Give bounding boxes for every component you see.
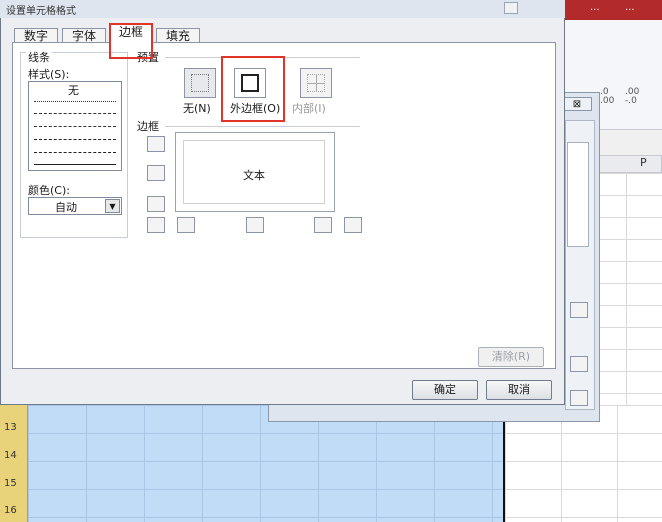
border-separator — [165, 126, 360, 127]
style-label: 样式(S): — [28, 68, 70, 81]
border-diagonal-up-button[interactable] — [147, 217, 165, 233]
titlebar-text-1: ... — [590, 2, 600, 13]
column-header-row — [590, 155, 662, 173]
background-dialog-icon-button[interactable] — [570, 302, 588, 318]
preset-outline-highlight — [221, 56, 285, 122]
background-dialog-button-1[interactable] — [570, 356, 588, 372]
dialog-title: 设置单元格格式 — [6, 6, 76, 17]
border-diagonal-down-button[interactable] — [344, 217, 362, 233]
decrease-decimal-icon[interactable]: .0 .00 — [600, 88, 614, 106]
titlebar-text-2: ... — [625, 2, 635, 13]
preset-none-icon — [191, 74, 209, 92]
line-style-dash-dot-2[interactable] — [34, 139, 116, 140]
tab-border[interactable]: 边框 — [110, 24, 152, 44]
row-number-16[interactable]: 16 — [4, 505, 17, 516]
window-titlebar-red — [560, 0, 662, 20]
border-right-button[interactable] — [314, 217, 332, 233]
preset-inside-button[interactable] — [300, 68, 332, 98]
presets-title: 预置 — [137, 51, 159, 64]
row-number-15[interactable]: 15 — [4, 478, 17, 489]
preset-inside-icon — [307, 74, 325, 92]
dialog-help-button[interactable] — [504, 2, 518, 14]
border-section-title: 边框 — [137, 120, 159, 133]
background-dialog-list — [567, 142, 589, 247]
preset-inside-label: 内部(I) — [292, 102, 326, 115]
increase-decimal-icon[interactable]: .00 -.0 — [625, 88, 639, 106]
border-preview-text: 文本 — [243, 169, 265, 182]
sheet-grid-bottom-right[interactable] — [505, 405, 662, 522]
line-style-dotted[interactable] — [34, 101, 116, 102]
cancel-button[interactable]: 取消 — [486, 380, 552, 400]
line-style-dashed[interactable] — [34, 152, 116, 153]
line-style-solid[interactable] — [34, 164, 116, 165]
border-left-button[interactable] — [177, 217, 195, 233]
dialog-titlebar — [0, 0, 565, 18]
clear-button[interactable]: 清除(R) — [478, 347, 544, 367]
row-number-14[interactable]: 14 — [4, 450, 17, 461]
ok-button[interactable]: 确定 — [412, 380, 478, 400]
preset-none-label: 无(N) — [183, 102, 211, 115]
background-dialog-close-button[interactable]: ⊠ — [562, 97, 592, 111]
color-dropdown-arrow-icon[interactable]: ▼ — [105, 199, 120, 213]
line-style-dashed-fine[interactable] — [34, 113, 116, 114]
preset-none-button[interactable] — [184, 68, 216, 98]
border-top-button[interactable] — [147, 136, 165, 152]
border-middle-vertical-button[interactable] — [246, 217, 264, 233]
border-middle-horizontal-button[interactable] — [147, 165, 165, 181]
line-style-none[interactable]: 无 — [68, 82, 79, 98]
selected-cell-range[interactable] — [28, 405, 503, 522]
background-dialog-button-2[interactable] — [570, 390, 588, 406]
line-style-dash-dot[interactable] — [34, 126, 116, 127]
color-label: 颜色(C): — [28, 184, 70, 197]
color-value: 自动 — [55, 201, 77, 214]
column-header-p[interactable]: P — [640, 156, 647, 169]
row-number-13[interactable]: 13 — [4, 422, 17, 433]
line-group-title: 线条 — [26, 49, 52, 65]
border-bottom-button[interactable] — [147, 196, 165, 212]
